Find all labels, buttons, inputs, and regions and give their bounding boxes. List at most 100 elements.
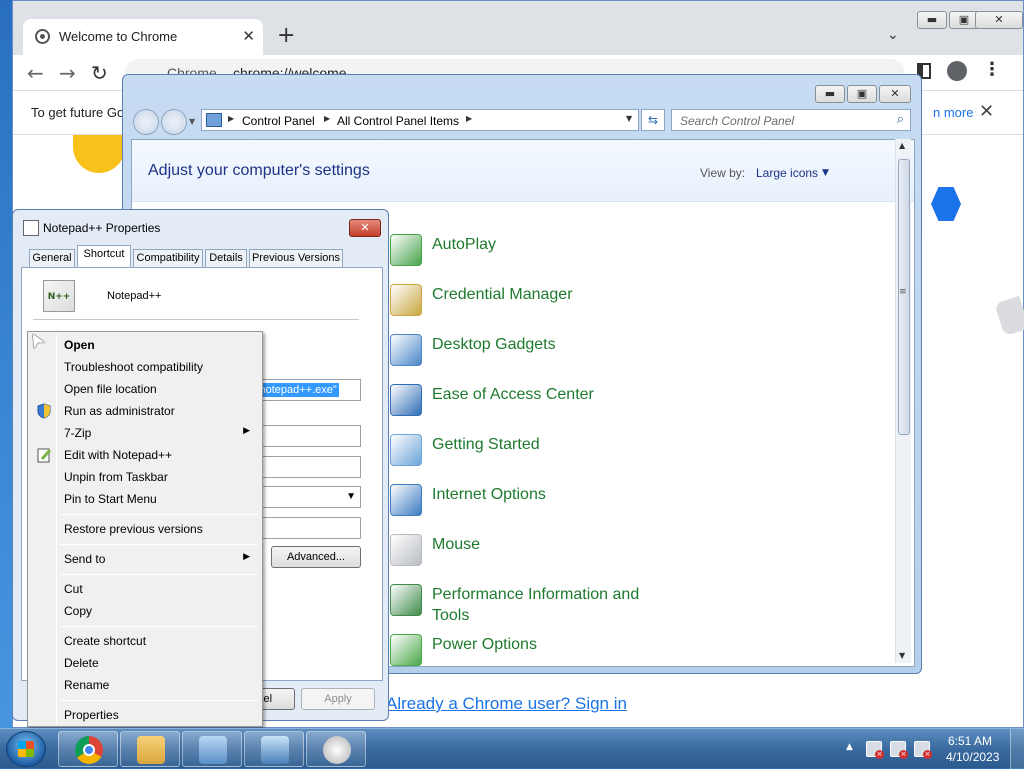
tab-title: Welcome to Chrome [59,29,178,44]
view-by-dropdown[interactable]: Large icons [756,166,818,180]
computer-icon [261,736,289,764]
menu-item-label: Send to [64,552,106,566]
cp-item[interactable]: Internet Options [390,480,630,524]
menu-item-label: Delete [64,656,99,670]
taskbar-control-panel-button[interactable] [182,731,242,767]
tab-shortcut[interactable]: Shortcut [77,245,131,268]
new-tab-button[interactable]: + [277,23,295,48]
cp-item[interactable]: Performance Information and Tools [390,580,639,624]
taskbar-explorer-button[interactable] [120,731,180,767]
chrome-menu-icon[interactable]: ⋮ [983,59,1001,80]
menu-item-create-shortcut[interactable]: Create shortcut [30,630,260,652]
clock-time[interactable]: 6:51 AM [948,734,992,748]
breadcrumb-all-items[interactable]: All Control Panel Items [337,114,459,128]
apply-button[interactable]: Apply [301,688,375,710]
folder-icon [137,736,165,764]
cp-address-bar[interactable]: ▶ Control Panel ▶ All Control Panel Item… [201,109,639,131]
menu-item-cut[interactable]: Cut [30,578,260,600]
infobar-learn-more-link[interactable]: n more [933,105,973,120]
menu-item-open-location[interactable]: Open file location [30,378,260,400]
cp-scrollbar[interactable]: ▲ ≡ ▼ [895,139,911,663]
cp-refresh-icon[interactable]: ⇆ [641,109,665,131]
menu-item-7zip[interactable]: 7-Zip ▶ [30,422,260,444]
breadcrumb-arrow-icon[interactable]: ▶ [466,114,472,123]
tab-previous-versions[interactable]: Previous Versions [249,249,343,267]
cp-item[interactable]: Mouse [390,530,630,574]
menu-item-troubleshoot[interactable]: Troubleshoot compatibility [30,356,260,378]
profile-avatar-icon[interactable] [947,61,967,81]
taskbar-computer-button[interactable] [244,731,304,767]
scroll-up-icon[interactable]: ▲ [899,141,905,150]
tray-overflow-icon[interactable]: ▲ [846,742,853,752]
menu-item-properties[interactable]: Properties [30,704,260,726]
breadcrumb-arrow-icon[interactable]: ▶ [228,114,234,123]
menu-item-delete[interactable]: Delete [30,652,260,674]
dialog-close-button[interactable]: ✕ [349,219,381,237]
volume-icon[interactable]: × [914,741,932,759]
address-dropdown-icon[interactable]: ▼ [626,114,632,123]
menu-item-edit-with-notepad[interactable]: Edit with Notepad++ [30,444,260,466]
cp-back-button[interactable] [133,109,159,135]
scroll-down-icon[interactable]: ▼ [899,651,905,660]
chevron-down-icon: ▼ [346,491,356,502]
cp-item-label: Performance Information and Tools [432,586,640,624]
tab-search-chevron-icon[interactable]: ⌄ [887,27,899,43]
cp-minimize-button[interactable]: ▬ [815,85,845,103]
cp-search-input[interactable]: Search Control Panel ⌕ [671,109,911,131]
forward-arrow-icon[interactable]: → [59,61,76,85]
recent-pages-chevron-icon[interactable]: ▼ [189,117,195,126]
ease-of-access-icon [390,384,422,416]
breadcrumb-control-panel[interactable]: Control Panel [242,114,315,128]
menu-item-unpin-taskbar[interactable]: Unpin from Taskbar [30,466,260,488]
cp-item-label: AutoPlay [432,236,497,253]
search-icon[interactable]: ⌕ [897,112,904,127]
scroll-thumb[interactable] [898,159,910,435]
menu-item-open[interactable]: Open [30,334,260,356]
submenu-arrow-icon: ▶ [243,426,250,436]
taskbar-mouse-button[interactable] [306,731,366,767]
performance-icon [390,584,422,616]
network-icon[interactable]: × [890,741,908,759]
action-center-icon[interactable]: × [866,741,884,759]
cp-maximize-button[interactable]: ▣ [847,85,877,103]
cp-forward-button[interactable] [161,109,187,135]
menu-item-send-to[interactable]: Send to ▶ [30,548,260,570]
back-arrow-icon[interactable]: ← [27,61,44,85]
show-desktop-button[interactable] [1010,729,1024,769]
cp-item[interactable]: Credential Manager [390,280,630,324]
menu-item-copy[interactable]: Copy [30,600,260,622]
menu-item-rename[interactable]: Rename [30,674,260,696]
tab-compatibility[interactable]: Compatibility [133,249,203,267]
cp-item[interactable]: AutoPlay [390,230,630,274]
menu-item-pin-start[interactable]: Pin to Start Menu [30,488,260,510]
menu-item-label: Create shortcut [64,634,147,648]
menu-item-label: Open file location [64,382,157,396]
sign-in-link[interactable]: Already a Chrome user? Sign in [386,694,627,714]
reload-icon[interactable]: ↻ [91,61,108,85]
cp-item-label: Desktop Gadgets [432,336,556,353]
breadcrumb-arrow-icon[interactable]: ▶ [324,114,330,123]
cp-item[interactable]: Ease of Access Center [390,380,630,424]
tab-close-icon[interactable]: ✕ [242,27,255,45]
taskbar-chrome-button[interactable] [58,731,118,767]
scroll-grip-icon: ≡ [899,287,907,297]
cp-item[interactable]: Getting Started [390,430,630,474]
cp-item[interactable]: Desktop Gadgets [390,330,630,374]
menu-item-label: Run as administrator [64,404,175,418]
infobar-close-icon[interactable]: ✕ [979,101,994,122]
cp-item-label: Mouse [432,536,481,553]
menu-item-run-as-admin[interactable]: Run as administrator [30,400,260,422]
tab-details[interactable]: Details [205,249,247,267]
chrome-minimize-button[interactable]: ▬ [917,11,947,29]
menu-item-restore-versions[interactable]: Restore previous versions [30,518,260,540]
tab-welcome-to-chrome[interactable]: Welcome to Chrome ✕ [23,19,263,55]
cp-item[interactable]: Power Options [390,630,630,674]
clock-date[interactable]: 4/10/2023 [946,750,999,764]
chevron-down-icon[interactable]: ▼ [822,168,829,178]
advanced-button[interactable]: Advanced... [271,546,361,568]
cp-close-button[interactable]: ✕ [879,85,911,103]
start-button[interactable] [6,731,46,767]
tab-general[interactable]: General [29,249,75,267]
chrome-close-button[interactable]: ✕ [975,11,1023,29]
menu-item-label: Rename [64,678,110,692]
